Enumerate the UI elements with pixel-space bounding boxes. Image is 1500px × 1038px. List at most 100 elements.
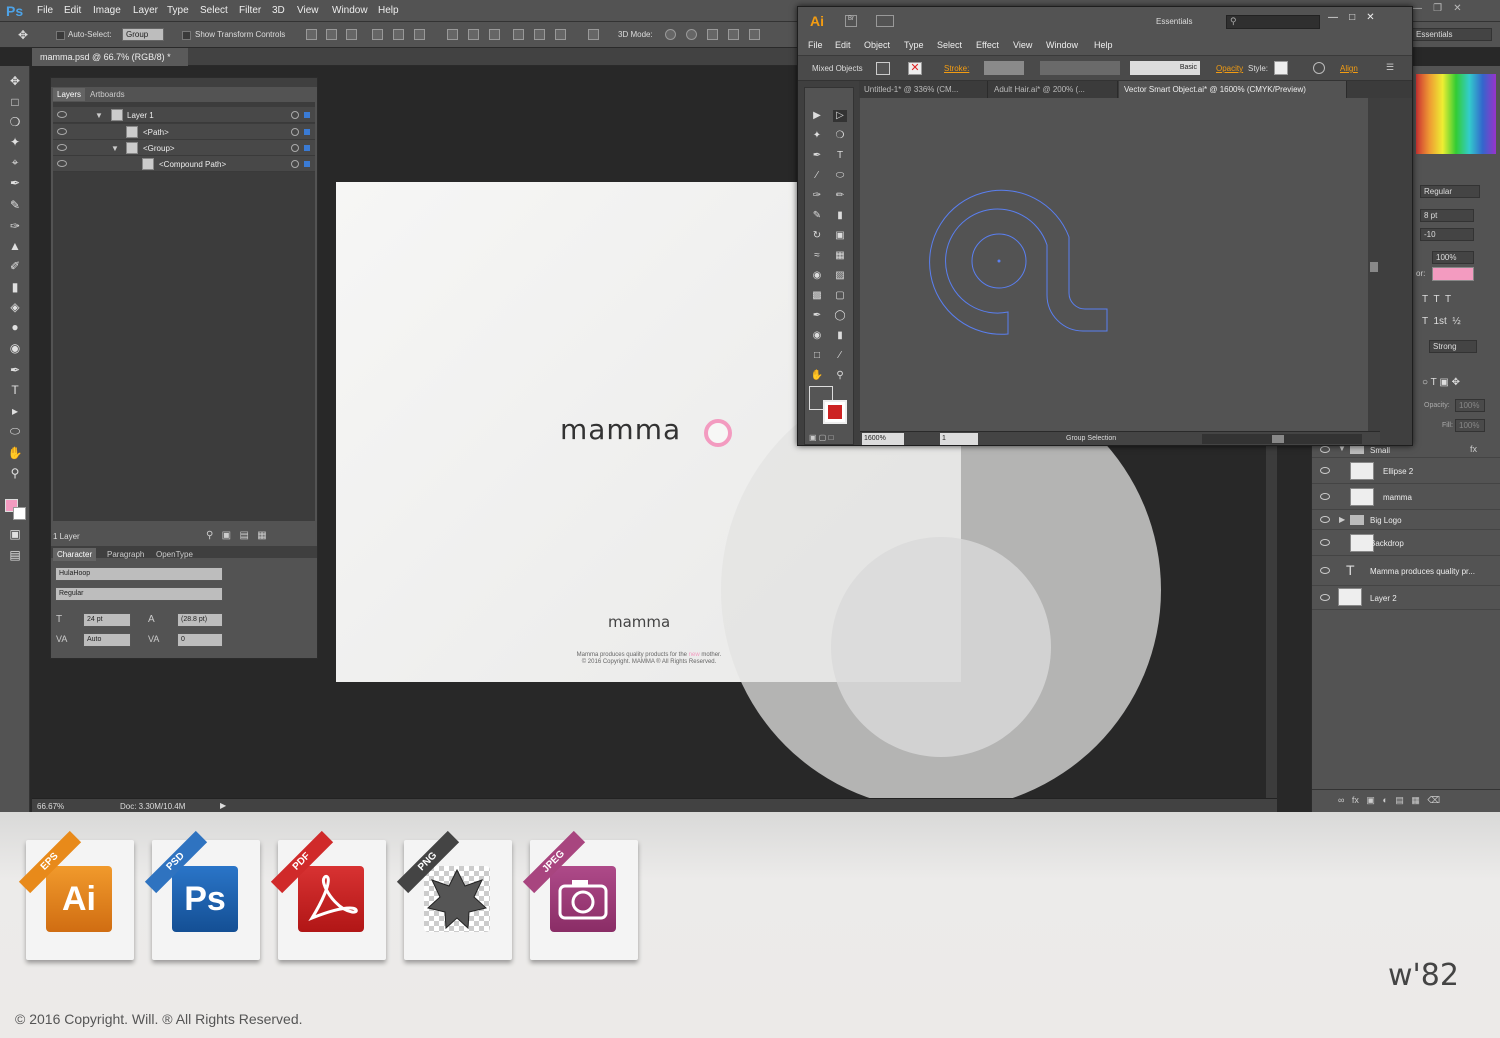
rotate-tool-icon[interactable]: ↻ <box>810 230 824 242</box>
opacity-field[interactable]: 100% <box>1455 399 1485 412</box>
font-style-dropdown[interactable]: Regular <box>55 587 223 601</box>
column-graph-icon[interactable]: ▮ <box>833 330 847 342</box>
control-menu-icon[interactable]: ☰ <box>1386 62 1394 73</box>
target-icon[interactable] <box>291 160 299 168</box>
align-hcenter-icon[interactable] <box>393 29 404 40</box>
ps-menu-type[interactable]: Type <box>167 5 189 16</box>
scale-tool-icon[interactable]: ▣ <box>833 230 847 242</box>
tab-artboards[interactable]: Artboards <box>86 88 129 101</box>
3d-rotate-icon[interactable] <box>665 29 676 40</box>
ai-stroke-swatch[interactable] <box>823 400 847 424</box>
eyedropper-tool-icon[interactable]: ✒ <box>810 310 824 322</box>
symbol-sprayer-icon[interactable]: ◉ <box>810 330 824 342</box>
select-square-icon[interactable] <box>304 145 310 151</box>
blend-tool-icon[interactable]: ◯ <box>833 310 847 322</box>
ps-window-controls[interactable]: — ❐ ✕ <box>1412 3 1498 17</box>
auto-align-icon[interactable] <box>588 29 599 40</box>
ai-menu-effect[interactable]: Effect <box>976 40 999 50</box>
move-tool-icon[interactable]: ✥ <box>7 74 23 88</box>
eraser-tool-icon[interactable]: ▮ <box>833 210 847 222</box>
align-bottom-icon[interactable] <box>346 29 357 40</box>
pen-tool-icon[interactable]: ✒ <box>7 363 23 377</box>
ai-menu-type[interactable]: Type <box>904 40 924 50</box>
distribute-left-icon[interactable] <box>513 29 524 40</box>
ai-menu-edit[interactable]: Edit <box>835 40 851 50</box>
3d-slide-icon[interactable] <box>728 29 739 40</box>
disclosure-down-icon[interactable]: ▼ <box>95 111 103 120</box>
eye-icon[interactable] <box>1320 567 1330 574</box>
stroke-label[interactable]: Stroke: <box>944 64 969 73</box>
layer-row-group[interactable]: ▼ <Group> <box>53 140 315 156</box>
auto-select-dropdown[interactable]: Group <box>122 28 164 41</box>
move-tool-icon[interactable]: ✥ <box>18 28 28 42</box>
tab-character[interactable]: Character <box>53 548 97 561</box>
ps-doc-tab[interactable]: mamma.psd @ 66.7% (RGB/8) * <box>32 48 188 66</box>
right-tracking[interactable]: -10 <box>1420 228 1474 241</box>
eye-icon[interactable] <box>1320 539 1330 546</box>
eye-icon[interactable] <box>57 144 67 151</box>
slice-tool-icon[interactable]: ∕ <box>833 350 847 362</box>
tab-layers[interactable]: Layers <box>53 88 86 101</box>
3d-scale-icon[interactable] <box>749 29 760 40</box>
align-left-icon[interactable] <box>372 29 383 40</box>
ai-artboard[interactable] <box>860 98 1368 431</box>
select-square-icon[interactable] <box>304 161 310 167</box>
free-transform-icon[interactable]: ▦ <box>833 250 847 262</box>
scroll-thumb[interactable] <box>1370 262 1378 272</box>
fill-swatch[interactable] <box>876 62 890 75</box>
tab-paragraph[interactable]: Paragraph <box>103 548 148 561</box>
layer-row-layer1[interactable]: ▼ Layer 1 <box>53 107 315 123</box>
eye-icon[interactable] <box>1320 493 1330 500</box>
brush-dropdown[interactable]: Basic <box>1130 61 1200 75</box>
ai-menu-file[interactable]: File <box>808 40 823 50</box>
layer-row-compound-path[interactable]: <Compound Path> <box>53 156 315 172</box>
fx-icon[interactable]: fx <box>1470 444 1477 454</box>
eye-icon[interactable] <box>57 111 67 118</box>
select-square-icon[interactable] <box>304 129 310 135</box>
hscroll-thumb[interactable] <box>1272 435 1284 443</box>
font-size-field[interactable]: 24 pt <box>83 613 131 627</box>
auto-select-checkbox[interactable] <box>56 31 65 40</box>
ai-workspace-switcher[interactable]: Essentials <box>1156 17 1192 26</box>
align-top-icon[interactable] <box>306 29 317 40</box>
opacity-label[interactable]: Opacity <box>1216 64 1243 73</box>
selection-tool-icon[interactable]: ▶ <box>810 110 824 122</box>
target-icon[interactable] <box>291 128 299 136</box>
quick-select-tool-icon[interactable]: ✦ <box>7 135 23 149</box>
paint-bucket-icon[interactable]: ◈ <box>7 300 23 314</box>
path-select-icon[interactable]: ▸ <box>7 404 23 418</box>
stroke-weight-field[interactable] <box>984 61 1024 75</box>
layer-row-backdrop[interactable]: Backdrop <box>1312 530 1500 556</box>
ai-tab-vector-smart-object[interactable]: Vector Smart Object.ai* @ 1600% (CMYK/Pr… <box>1119 81 1347 98</box>
ps-menu-edit[interactable]: Edit <box>64 5 81 16</box>
disclosure-down-icon[interactable]: ▼ <box>111 144 119 153</box>
vector-path-artwork[interactable] <box>860 98 1368 431</box>
ai-tab-adult-hair[interactable]: Adult Hair.ai* @ 200% (... <box>989 81 1118 98</box>
paintbrush-tool-icon[interactable]: ✑ <box>810 190 824 202</box>
eye-icon[interactable] <box>1320 446 1330 453</box>
ai-menu-view[interactable]: View <box>1013 40 1032 50</box>
anti-alias-dropdown[interactable]: Strong <box>1429 340 1477 353</box>
stroke-swatch[interactable]: ✕ <box>908 62 922 75</box>
magic-wand-icon[interactable]: ✦ <box>810 130 824 142</box>
gradient-tool-icon[interactable]: ▢ <box>833 290 847 302</box>
ai-vertical-scrollbar[interactable] <box>1368 98 1380 431</box>
ai-menu-object[interactable]: Object <box>864 40 890 50</box>
line-tool-icon[interactable]: ∕ <box>810 170 824 182</box>
quick-mask-icon[interactable]: ▣ <box>7 527 23 541</box>
layer-row-layer2[interactable]: Layer 2 <box>1312 586 1500 610</box>
mesh-tool-icon[interactable]: ▩ <box>810 290 824 302</box>
artboard-tool-icon[interactable]: □ <box>810 350 824 362</box>
background-color-swatch[interactable] <box>13 507 26 520</box>
ai-menu-help[interactable]: Help <box>1094 40 1113 50</box>
width-tool-icon[interactable]: ≈ <box>810 250 824 262</box>
layer-row-text[interactable]: T Mamma produces quality pr... <box>1312 556 1500 586</box>
ps-menu-file[interactable]: File <box>37 5 53 16</box>
show-transform-checkbox[interactable] <box>182 31 191 40</box>
text-style-buttons-2[interactable]: T 1st ½ <box>1422 316 1461 327</box>
brush-tool-icon[interactable]: ✑ <box>7 219 23 233</box>
layer-row-big-logo[interactable]: ▶ Big Logo <box>1312 510 1500 530</box>
disclosure-right-icon[interactable]: ▶ <box>1339 515 1345 524</box>
target-icon[interactable] <box>291 144 299 152</box>
layer-lock-icons[interactable]: ○ T ▣ ✥ <box>1422 377 1460 388</box>
